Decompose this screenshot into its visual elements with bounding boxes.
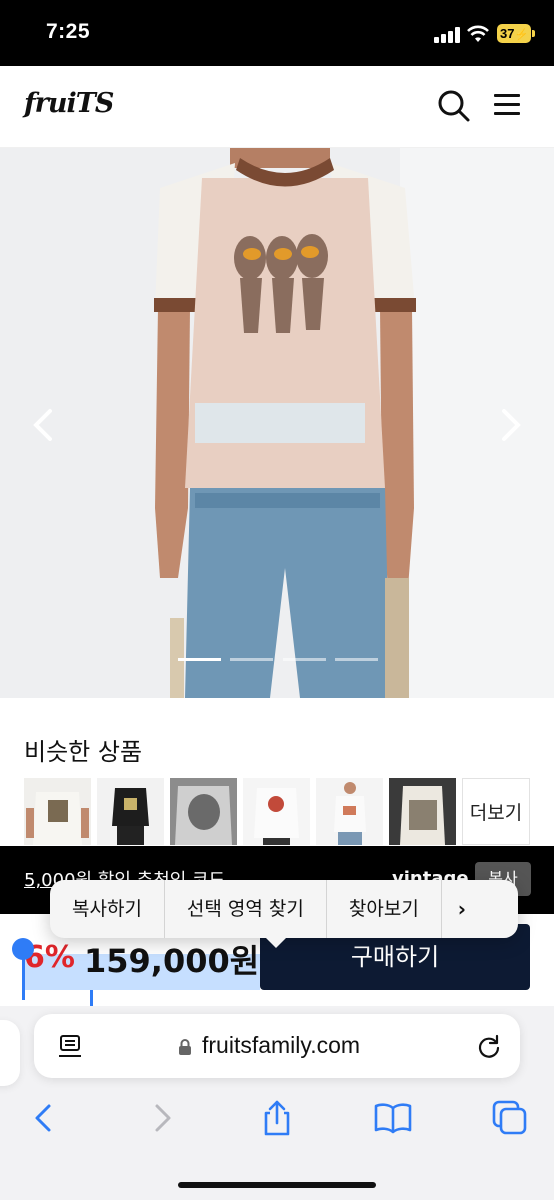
product-photo — [0, 148, 554, 698]
edit-menu-pointer — [262, 934, 290, 948]
lock-icon — [179, 1039, 191, 1055]
more-button[interactable]: 더보기 — [462, 778, 530, 845]
carousel-dot — [230, 658, 273, 661]
similar-product-thumb[interactable] — [97, 778, 164, 845]
edit-menu-find-selection[interactable]: 선택 영역 찾기 — [165, 880, 327, 938]
battery-icon: 37⚡ — [497, 24, 531, 43]
similar-product-thumb[interactable] — [24, 778, 91, 845]
battery-level: 37 — [500, 26, 515, 41]
battery-tip — [532, 30, 535, 37]
carousel-dot — [335, 658, 378, 661]
edit-menu-look-up[interactable]: 찾아보기 — [327, 880, 442, 938]
carousel-indicator — [178, 658, 380, 662]
selection-handle-start[interactable] — [12, 938, 34, 960]
price: 159,000원 — [84, 942, 260, 980]
similar-product-thumb[interactable] — [243, 778, 310, 845]
text-edit-menu: 복사하기 선택 영역 찾기 찾아보기 › — [50, 880, 518, 938]
wifi-icon — [467, 25, 489, 42]
hamburger-menu-icon[interactable] — [494, 94, 522, 116]
carousel-dot — [283, 658, 326, 661]
site-header: fruiTS — [0, 66, 554, 148]
browser-toolbar: fruitsfamily.com — [0, 1006, 554, 1200]
tabs-icon[interactable] — [490, 1098, 530, 1138]
cellular-signal-icon — [434, 27, 460, 43]
forward-icon[interactable] — [142, 1098, 182, 1138]
carousel-dot-active — [178, 658, 221, 661]
product-image-carousel[interactable] — [0, 148, 554, 698]
site-logo[interactable]: fruiTS — [24, 88, 114, 119]
reload-icon[interactable] — [476, 1034, 502, 1060]
bookmarks-icon[interactable] — [373, 1098, 413, 1138]
similar-product-thumb[interactable] — [316, 778, 383, 845]
chevron-right-icon[interactable] — [498, 408, 524, 442]
address-bar[interactable]: fruitsfamily.com — [34, 1014, 520, 1078]
edit-menu-copy[interactable]: 복사하기 — [50, 880, 165, 938]
home-indicator — [178, 1182, 376, 1188]
page-menu-icon[interactable] — [58, 1034, 82, 1060]
status-bar: 7:25 37⚡ — [0, 0, 554, 66]
search-icon[interactable] — [436, 88, 472, 124]
status-time: 7:25 — [46, 20, 91, 43]
similar-products-title: 비슷한 상품 — [24, 738, 143, 766]
similar-product-thumb[interactable] — [389, 778, 456, 845]
similar-product-thumb[interactable] — [170, 778, 237, 845]
chevron-left-icon[interactable] — [30, 408, 56, 442]
chevron-right-icon[interactable]: › — [442, 880, 482, 938]
previous-tab-edge[interactable] — [0, 1020, 20, 1086]
back-icon[interactable] — [24, 1098, 64, 1138]
share-icon[interactable] — [257, 1098, 297, 1138]
url-text[interactable]: fruitsfamily.com — [202, 1032, 360, 1059]
